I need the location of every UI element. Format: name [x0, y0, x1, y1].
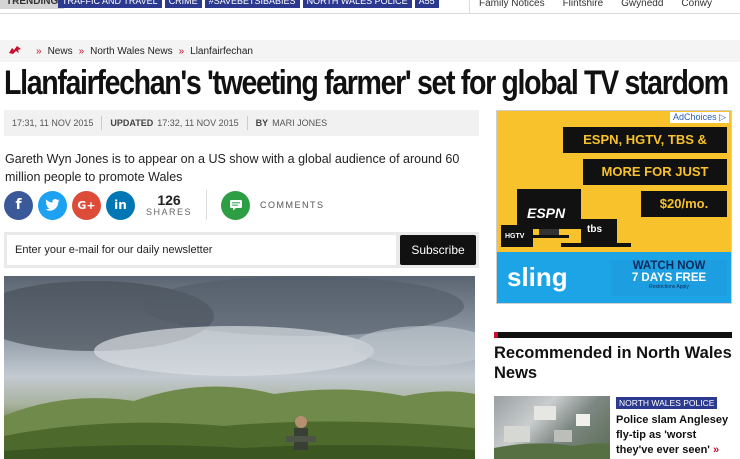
updated-label: UPDATED	[110, 118, 154, 128]
watch-now-text: WATCH NOW	[632, 260, 706, 272]
breadcrumb-item-llanfairfechan[interactable]: Llanfairfechan	[190, 46, 253, 57]
nav-item-gwynedd[interactable]: Gwynedd	[612, 0, 672, 14]
linkedin-icon[interactable]: in	[106, 190, 135, 220]
section-divider	[494, 332, 732, 338]
share-count-label: SHARES	[146, 207, 193, 217]
chevron-right-icon: »	[78, 45, 85, 57]
chevron-right-icon: »	[178, 45, 185, 57]
published-date: 17:31, 11 NOV 2015	[12, 118, 94, 128]
trending-tag[interactable]: #SAVEBETSIBABIES	[204, 0, 300, 8]
comment-icon[interactable]	[221, 190, 251, 220]
nav-item-conwy[interactable]: Conwy	[672, 0, 721, 14]
article-headline: Llanfairfechan's 'tweeting farmer' set f…	[4, 64, 729, 102]
ad-headline-2: MORE FOR JUST	[583, 159, 727, 185]
share-count-number: 126	[157, 192, 181, 208]
by-label: BY	[255, 118, 269, 128]
recommended-tag[interactable]: NORTH WALES POLICE	[616, 397, 718, 409]
trending-tag[interactable]: CRIME	[164, 0, 202, 8]
chevron-right-icon: »	[712, 444, 720, 456]
divider	[206, 190, 208, 220]
divider	[101, 116, 103, 130]
subscribe-button[interactable]: Subscribe	[400, 235, 476, 265]
google-plus-icon[interactable]: G+	[72, 190, 101, 220]
watch-now-box: WATCH NOW 7 DAYS FREE Restrictions Apply	[611, 260, 727, 296]
share-count: 126 SHARES	[146, 193, 192, 217]
trending-bar: TRENDING TRAFFIC AND TRAVEL CRIME #SAVEB…	[0, 0, 740, 14]
recommended-headline-link[interactable]: Police slam Anglesey fly-tip as 'worst t…	[616, 413, 734, 458]
ad-price: $20/mo.	[641, 191, 727, 217]
article-standfirst: Gareth Wyn Jones is to appear on a US sh…	[5, 152, 460, 184]
author-link[interactable]: MARI JONES	[272, 118, 327, 128]
article-hero-image	[4, 276, 475, 459]
tbs-logo: tbs	[587, 224, 602, 235]
adchoices-link[interactable]: AdChoices ▷	[670, 112, 729, 123]
breadcrumb-item-north-wales-news[interactable]: North Wales News	[90, 46, 172, 57]
share-bar: f G+ in 126 SHARES COMMENTS	[4, 190, 325, 220]
hgtv-logo: HGTV	[505, 233, 525, 240]
divider	[246, 116, 248, 130]
trending-label: TRENDING	[0, 0, 65, 9]
breadcrumb-item-news[interactable]: News	[48, 46, 73, 57]
trending-tag[interactable]: A55	[414, 0, 439, 8]
sling-banner: sling WATCH NOW 7 DAYS FREE Restrictions…	[497, 252, 731, 303]
breadcrumb: » News » North Wales News » Llanfairfech…	[0, 40, 740, 62]
recommended-heading: Recommended in North Wales News	[494, 344, 732, 382]
section-nav: Family Notices Flintshire Gwynedd Conwy	[469, 0, 721, 14]
updated-date: 17:32, 11 NOV 2015	[157, 118, 239, 128]
nav-item-family-notices[interactable]: Family Notices	[470, 0, 554, 14]
free-trial-text: 7 DAYS FREE	[631, 272, 707, 284]
twitter-icon[interactable]	[38, 190, 67, 220]
recommended-headline: Police slam Anglesey fly-tip as 'worst t…	[616, 414, 729, 456]
restrictions-text: Restrictions Apply	[649, 284, 689, 290]
nav-item-flintshire[interactable]: Flintshire	[554, 0, 613, 14]
trending-tag[interactable]: TRAFFIC AND TRAVEL	[58, 0, 162, 8]
ad-headline-1: ESPN, HGTV, TBS &	[563, 127, 727, 153]
chevron-right-icon: »	[36, 45, 42, 57]
article-meta: 17:31, 11 NOV 2015 UPDATED 17:32, 11 NOV…	[4, 110, 479, 136]
tv-screens-icon	[501, 189, 631, 247]
trending-tags: TRAFFIC AND TRAVEL CRIME #SAVEBETSIBABIE…	[58, 0, 439, 8]
advertisement[interactable]: AdChoices ▷ ESPN, HGTV, TBS & MORE FOR J…	[496, 110, 732, 304]
facebook-icon[interactable]: f	[4, 190, 33, 220]
espn-logo: ESPN	[527, 205, 566, 221]
newsletter-email-input[interactable]	[7, 235, 396, 265]
dragon-icon[interactable]	[8, 45, 22, 58]
comments-link[interactable]: COMMENTS	[260, 200, 325, 210]
newsletter-form: Subscribe	[4, 232, 479, 268]
recommended-thumbnail[interactable]	[494, 396, 610, 459]
trending-tag[interactable]: NORTH WALES POLICE	[302, 0, 412, 8]
sling-logo: sling	[507, 262, 568, 292]
